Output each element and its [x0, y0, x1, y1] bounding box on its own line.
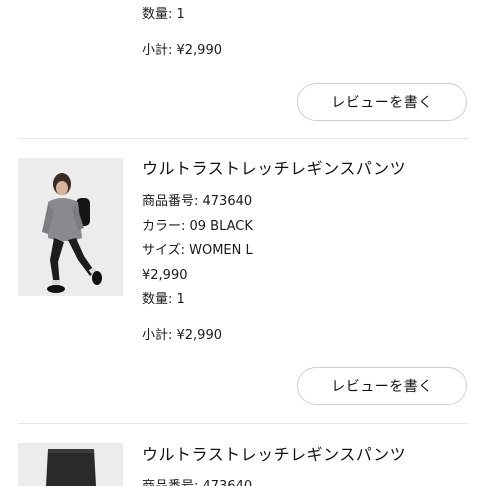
order-items-page: 数量: 1 小計: ¥2,990 レビューを書く ウルトラストレッチレギンスパン… [0, 0, 486, 486]
item1-subtotal: 小計: ¥2,990 [142, 328, 222, 343]
prev-item-quantity: 数量: 1 [142, 7, 185, 22]
item1-model-photo [18, 158, 123, 296]
prev-item-subtotal: 小計: ¥2,990 [142, 43, 222, 58]
item1-quantity: 数量: 1 [142, 292, 185, 307]
item1-size: サイズ: WOMEN L [142, 243, 253, 258]
item1-product-name[interactable]: ウルトラストレッチレギンスパンツ [142, 158, 406, 180]
item1-product-number: 商品番号: 473640 [142, 194, 253, 209]
item-divider [18, 138, 468, 139]
item2-product-photo [18, 443, 123, 486]
item1-write-review-button[interactable]: レビューを書く [297, 367, 467, 405]
item1-color: カラー: 09 BLACK [142, 219, 253, 234]
item-divider [18, 423, 468, 424]
item2-product-name[interactable]: ウルトラストレッチレギンスパンツ [142, 444, 406, 466]
item2-product-image[interactable] [18, 443, 123, 486]
item1-product-image[interactable] [18, 158, 123, 296]
item2-product-number: 商品番号: 473640 [142, 478, 252, 486]
item1-price: ¥2,990 [142, 268, 188, 283]
prev-item-write-review-button[interactable]: レビューを書く [297, 83, 467, 121]
